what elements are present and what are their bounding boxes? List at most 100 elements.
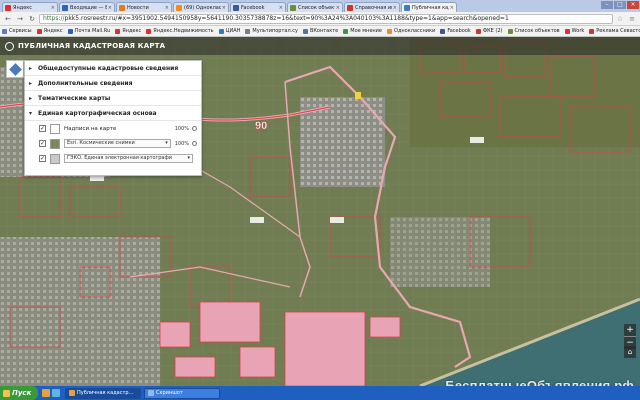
home-extent-button[interactable]: ⌂: [624, 346, 636, 358]
layer-thumbnail: [50, 153, 60, 164]
maximize-button[interactable]: □: [614, 1, 626, 9]
bookmark-label: Мое мнение: [350, 28, 383, 34]
tab-favicon-icon: [233, 4, 239, 11]
browser-tab[interactable]: Входящие — Вхо×: [59, 2, 115, 12]
taskbar-item-label: Скриншот: [156, 390, 183, 396]
layer-checkbox[interactable]: ✓: [39, 125, 46, 132]
taskbar-window-item[interactable]: Публичная кадастр...: [65, 387, 141, 399]
panel-section[interactable]: ▸ Общедоступные кадастровые сведения: [25, 61, 201, 76]
bookmark-item[interactable]: Список объектов: [507, 28, 560, 34]
bookmark-item[interactable]: Work: [564, 28, 585, 34]
browser-tab[interactable]: Справочная инфо×: [344, 2, 400, 12]
layer-checkbox[interactable]: ✓: [39, 140, 46, 147]
browser-tab[interactable]: Facebook ×: [230, 2, 286, 12]
section-label: Единая картографическая основа: [38, 109, 157, 117]
bookmark-item[interactable]: Одноклассники: [387, 28, 435, 34]
tab-favicon-icon: [62, 4, 68, 11]
bookmark-item[interactable]: ФКЕ (2): [475, 28, 503, 34]
basemap-select[interactable]: ГЭКО. Единая электронная картографи ▾: [64, 154, 193, 163]
layer-thumbnail: [50, 138, 60, 149]
section-label: Дополнительные сведения: [38, 79, 133, 87]
app-title: ПУБЛИЧНАЯ КАДАСТРОВАЯ КАРТА: [18, 42, 166, 50]
tab-favicon-icon: [119, 4, 125, 11]
forward-button[interactable]: →: [15, 14, 25, 24]
bookmark-item[interactable]: Сервисы: [2, 28, 32, 34]
browser-quicklaunch-icon[interactable]: [42, 389, 50, 397]
layer-row: ✓ ГЭКО. Единая электронная картографи ▾: [25, 151, 201, 166]
url-text: pkk5.rosreestr.ru/#x=3951902.5494150958y…: [64, 14, 509, 22]
bookmark-favicon-icon: [146, 28, 152, 34]
tab-favicon-icon: [290, 4, 296, 11]
panel-section[interactable]: ▸ Тематические карты: [25, 91, 201, 106]
bookmark-item[interactable]: Facebook: [440, 28, 471, 34]
layer-label: Надписи на карте: [64, 125, 117, 132]
bookmark-favicon-icon: [387, 28, 393, 34]
reload-button[interactable]: ↻: [27, 14, 37, 24]
tab-close-icon[interactable]: ×: [108, 5, 112, 11]
url-scheme: https://: [43, 14, 65, 22]
bookmark-item[interactable]: Мультипортал.су: [245, 28, 298, 34]
tab-close-icon[interactable]: ×: [393, 5, 397, 11]
tab-label: Справочная инфо: [355, 4, 392, 11]
quick-launch: [42, 389, 62, 397]
bookmark-label: ВКонтакте: [309, 28, 339, 34]
bookmark-favicon-icon: [115, 28, 121, 34]
start-button[interactable]: Пуск: [0, 386, 38, 400]
bookmark-item[interactable]: Яндекс: [115, 28, 141, 34]
zoom-in-button[interactable]: +: [624, 324, 636, 336]
bookmark-label: Реклама Севастополя: [596, 28, 640, 34]
bookmark-item[interactable]: Реклама Севастополя: [589, 28, 640, 34]
explorer-quicklaunch-icon[interactable]: [52, 389, 60, 397]
basemap-select[interactable]: Esri. Космические снимки ▾: [64, 139, 171, 148]
bookmark-item[interactable]: Мое мнение: [343, 28, 382, 34]
tab-close-icon[interactable]: ×: [336, 5, 340, 11]
taskbar-window-item[interactable]: Скриншот: [144, 387, 220, 399]
panel-section[interactable]: ▾ Единая картографическая основа: [25, 106, 201, 121]
bookmark-item[interactable]: Яндекс: [36, 28, 63, 34]
bookmark-favicon-icon: [440, 28, 446, 34]
tab-close-icon[interactable]: ×: [51, 5, 55, 11]
window-controls: – □ ×: [600, 1, 639, 9]
browser-tab[interactable]: Публичная кадас×: [401, 2, 457, 12]
chevron-down-icon: ▾: [187, 155, 190, 161]
start-label: Пуск: [12, 389, 32, 397]
bookmark-item[interactable]: ЦИАН: [218, 28, 240, 34]
bookmark-label: Work: [571, 28, 585, 34]
tab-label: Новости: [127, 4, 149, 11]
bookmark-label: Яндекс.Недвижимость: [153, 28, 214, 34]
bookmark-label: ФКЕ (2): [482, 28, 503, 34]
bookmark-item[interactable]: Яндекс.Недвижимость: [146, 28, 214, 34]
tab-label: Входящие — Вхо: [70, 4, 107, 11]
basemap-select-value: Esri. Космические снимки: [67, 140, 135, 146]
expand-arrow-icon: ▸: [29, 64, 33, 72]
bookmark-item[interactable]: Почта Mail.Ru: [67, 28, 110, 34]
url-input[interactable]: https://pkk5.rosreestr.ru/#x=3951902.549…: [39, 13, 613, 24]
opacity-toggle-icon[interactable]: [192, 141, 197, 146]
browser-tab[interactable]: Список объектов×: [287, 2, 343, 12]
bookmark-favicon-icon: [343, 28, 349, 34]
tab-label: Facebook: [241, 4, 265, 11]
bookmark-item[interactable]: ВКонтакте: [302, 28, 339, 34]
minimize-button[interactable]: –: [601, 1, 613, 9]
opacity-percent: 100%: [174, 125, 189, 132]
bookmark-favicon-icon: [2, 28, 7, 34]
tab-close-icon[interactable]: ×: [222, 5, 226, 11]
panel-section[interactable]: ▸ Дополнительные сведения: [25, 76, 201, 91]
tab-close-icon[interactable]: ×: [450, 5, 454, 11]
tab-close-icon[interactable]: ×: [279, 5, 283, 11]
tab-label: Публичная кадас: [412, 4, 449, 11]
menu-icon[interactable]: ≡: [627, 15, 637, 23]
opacity-toggle-icon[interactable]: [192, 126, 197, 131]
bookmark-label: Яндекс: [43, 28, 63, 34]
browser-tab[interactable]: Яндекс ×: [2, 2, 58, 12]
bookmark-label: Facebook: [447, 28, 471, 34]
back-button[interactable]: ←: [3, 14, 13, 24]
close-window-button[interactable]: ×: [627, 1, 639, 9]
browser-tab[interactable]: Новости ×: [116, 2, 172, 12]
layer-checkbox[interactable]: ✓: [39, 155, 46, 162]
layers-toggle-button[interactable]: [6, 60, 24, 78]
bookmark-star-icon[interactable]: ☆: [615, 15, 625, 23]
tab-close-icon[interactable]: ×: [165, 5, 169, 11]
bookmark-favicon-icon: [36, 28, 42, 34]
browser-tab[interactable]: (69) Одноклассн×: [173, 2, 229, 12]
